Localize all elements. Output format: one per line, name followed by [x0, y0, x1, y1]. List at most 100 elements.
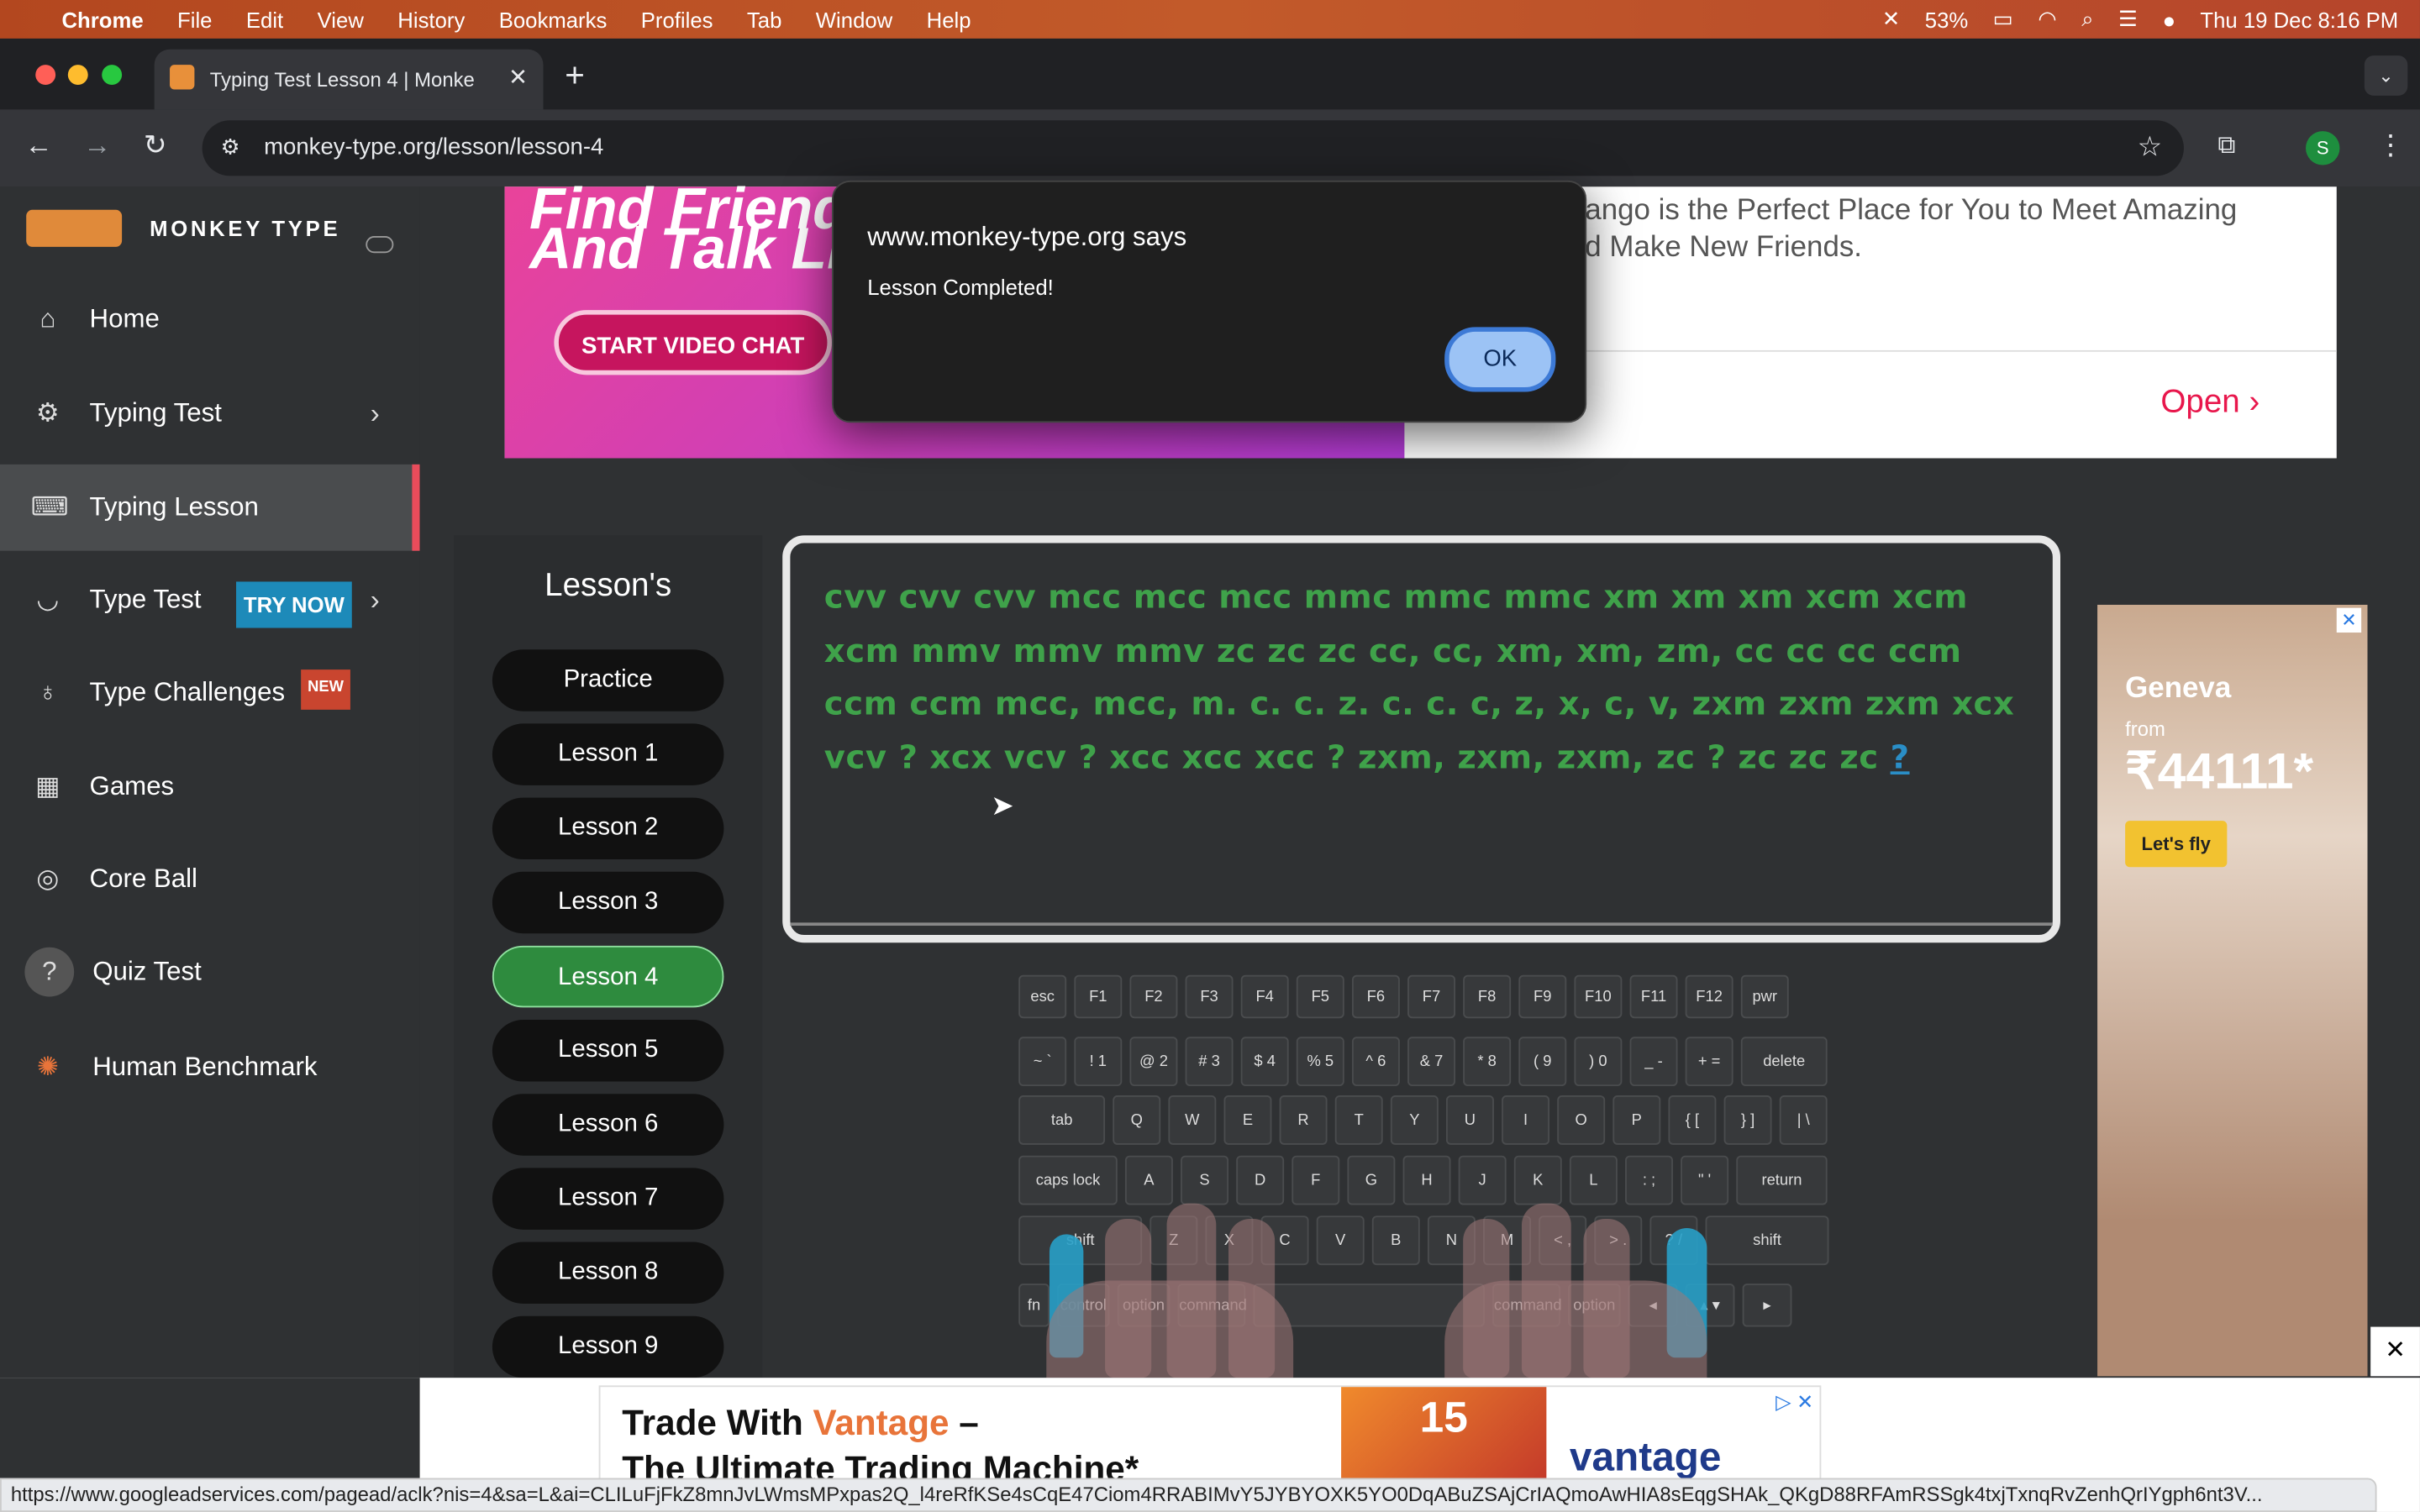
key[interactable]: E [1223, 1095, 1272, 1145]
key[interactable]: @ 2 [1129, 1037, 1178, 1087]
lesson-practice-button[interactable]: Practice [492, 649, 724, 711]
key[interactable]: F3 [1185, 974, 1234, 1019]
url-text[interactable]: monkey-type.org/lesson/lesson-4 [264, 134, 603, 160]
menu-view[interactable]: View [318, 7, 364, 31]
key[interactable]: & 7 [1407, 1037, 1456, 1087]
menu-tab[interactable]: Tab [747, 7, 781, 31]
key[interactable]: K [1513, 1155, 1562, 1205]
key[interactable]: ) 0 [1574, 1037, 1623, 1087]
key[interactable]: I [1502, 1095, 1550, 1145]
try-now-badge[interactable]: TRY NOW [236, 581, 352, 628]
control-center-icon[interactable]: ☰ [2118, 6, 2138, 32]
more-menu-icon[interactable]: ⋮ [2377, 129, 2405, 162]
browser-tab[interactable]: Typing Test Lesson 4 | Monke ✕ [154, 49, 544, 110]
datetime[interactable]: Thu 19 Dec 8:16 PM [2200, 7, 2398, 31]
search-icon[interactable]: ⌕ [2081, 6, 2093, 32]
menu-bookmarks[interactable]: Bookmarks [499, 7, 608, 31]
menu-window[interactable]: Window [816, 7, 892, 31]
sidebar-item-type-test[interactable]: ◡ Type Test › [0, 557, 420, 643]
key[interactable]: : ; [1625, 1155, 1673, 1205]
key[interactable]: T [1334, 1095, 1383, 1145]
key[interactable]: F7 [1407, 974, 1456, 1019]
sidebar-item-human-benchmark[interactable]: ✺ Human Benchmark [0, 1025, 420, 1111]
key[interactable]: ▸ [1742, 1284, 1792, 1327]
key[interactable]: ! 1 [1074, 1037, 1123, 1087]
ad-open-link[interactable]: Open › [2160, 384, 2260, 421]
key[interactable]: delete [1740, 1037, 1828, 1087]
key[interactable]: P [1612, 1095, 1661, 1145]
key[interactable]: F [1292, 1155, 1340, 1205]
sidebar-item-core-ball[interactable]: ◎ Core Ball [0, 836, 420, 922]
sidebar-item-type-challenges[interactable]: ♁ Type Challenges [0, 649, 420, 736]
bottom-banner-ad[interactable]: Trade With Vantage – The Ultimate Tradin… [598, 1385, 1822, 1488]
key[interactable]: A [1124, 1155, 1173, 1205]
side-ad[interactable]: ✕ Geneva from ₹44111* Let's fly [2097, 604, 2368, 1377]
key[interactable]: _ - [1629, 1037, 1678, 1087]
site-info-icon[interactable]: ⚙ [221, 134, 240, 160]
key[interactable]: W [1168, 1095, 1217, 1145]
ok-button[interactable]: OK [1444, 327, 1556, 392]
key[interactable]: " ' [1681, 1155, 1729, 1205]
minimize-window-button[interactable] [67, 65, 88, 86]
menu-edit[interactable]: Edit [246, 7, 283, 31]
sidebar-item-quiz-test[interactable]: ? Quiz Test [0, 929, 420, 1016]
theme-toggle[interactable] [366, 236, 394, 254]
lesson-5-button[interactable]: Lesson 5 [492, 1020, 724, 1082]
key[interactable]: # 3 [1185, 1037, 1234, 1087]
key[interactable]: ( 9 [1518, 1037, 1567, 1087]
key[interactable]: ~ ` [1018, 1037, 1067, 1087]
monkey-logo[interactable] [26, 209, 123, 247]
key[interactable]: | \ [1779, 1095, 1828, 1145]
sidebar-item-home[interactable]: ⌂ Home [0, 276, 420, 363]
lesson-7-button[interactable]: Lesson 7 [492, 1168, 724, 1230]
extensions-icon[interactable]: ⧉ [2217, 133, 2235, 160]
lesson-6-button[interactable]: Lesson 6 [492, 1094, 724, 1156]
ad-close-icon[interactable]: ✕ [2336, 607, 2362, 633]
key[interactable]: F11 [1629, 974, 1678, 1019]
close-window-button[interactable] [35, 65, 56, 86]
lesson-1-button[interactable]: Lesson 1 [492, 723, 724, 785]
lesson-3-button[interactable]: Lesson 3 [492, 871, 724, 934]
lesson-9-button[interactable]: Lesson 9 [492, 1315, 724, 1378]
key[interactable]: ^ 6 [1351, 1037, 1400, 1087]
lesson-2-button[interactable]: Lesson 2 [492, 797, 724, 860]
lesson-4-button[interactable]: Lesson 4 [492, 945, 724, 1008]
wifi-icon[interactable]: ◠ [2038, 6, 2056, 32]
menu-app-name[interactable]: Chrome [61, 7, 143, 31]
key[interactable]: R [1279, 1095, 1328, 1145]
close-icon[interactable]: ✕ [2370, 1326, 2420, 1377]
bookmark-star-icon[interactable]: ☆ [2138, 131, 2163, 164]
key[interactable]: F1 [1074, 974, 1123, 1019]
profile-avatar[interactable]: S [2306, 131, 2340, 165]
menu-help[interactable]: Help [927, 7, 971, 31]
key[interactable]: } ] [1723, 1095, 1772, 1145]
close-tab-icon[interactable]: ✕ [508, 63, 528, 91]
mute-icon[interactable]: ✕ [1882, 6, 1901, 32]
key[interactable]: $ 4 [1240, 1037, 1289, 1087]
key[interactable]: F9 [1518, 974, 1567, 1019]
key[interactable]: Q [1113, 1095, 1161, 1145]
key[interactable]: F4 [1240, 974, 1289, 1019]
lets-fly-button[interactable]: Let's fly [2125, 821, 2228, 868]
address-bar[interactable]: ⚙ monkey-type.org/lesson/lesson-4 ☆ [202, 120, 2184, 176]
siri-icon[interactable]: ● [2162, 7, 2175, 31]
key[interactable]: return [1736, 1155, 1828, 1205]
menu-profiles[interactable]: Profiles [641, 7, 713, 31]
key[interactable]: Y [1390, 1095, 1439, 1145]
sidebar-item-games[interactable]: ▦ Games [0, 743, 420, 830]
key[interactable]: tab [1018, 1095, 1106, 1145]
forward-icon[interactable]: → [83, 129, 111, 162]
key[interactable]: F6 [1351, 974, 1400, 1019]
key[interactable]: F5 [1296, 974, 1344, 1019]
key[interactable]: % 5 [1296, 1037, 1344, 1087]
sidebar-item-typing-test[interactable]: ⚙ Typing Test › [0, 370, 420, 457]
key[interactable]: D [1236, 1155, 1285, 1205]
key[interactable]: J [1458, 1155, 1507, 1205]
key[interactable]: L [1569, 1155, 1618, 1205]
key[interactable]: pwr [1740, 974, 1789, 1019]
key[interactable]: U [1445, 1095, 1494, 1145]
key[interactable]: O [1557, 1095, 1606, 1145]
key[interactable]: F8 [1463, 974, 1512, 1019]
back-icon[interactable]: ← [24, 129, 52, 162]
key[interactable]: G [1347, 1155, 1396, 1205]
